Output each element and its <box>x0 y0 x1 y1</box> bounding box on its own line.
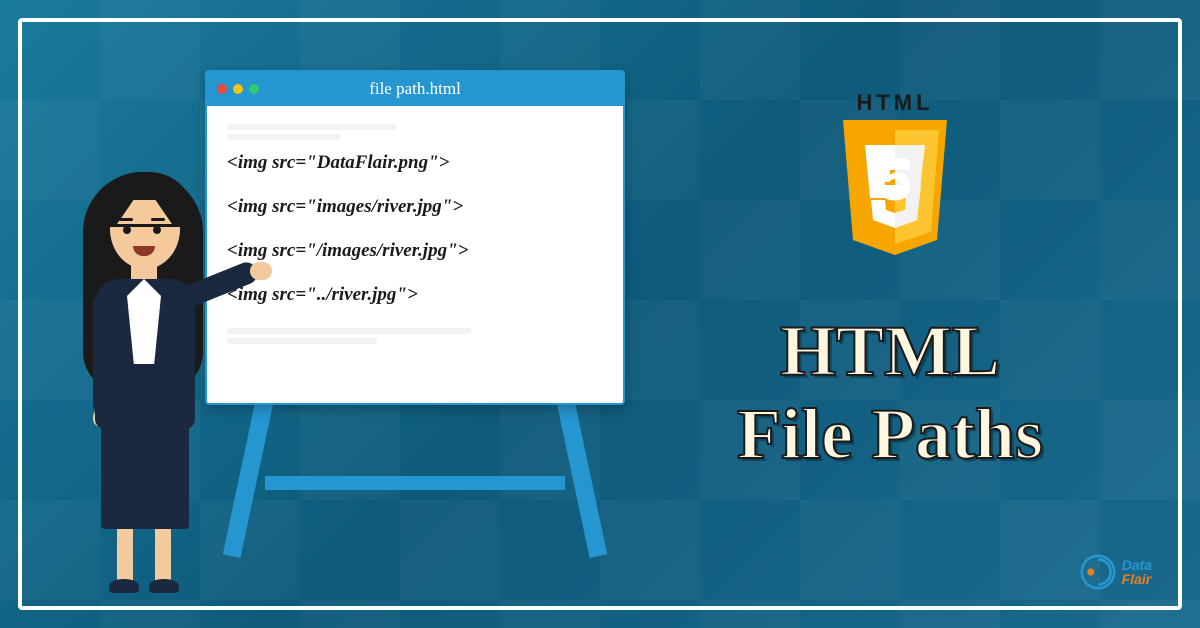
svg-text:5: 5 <box>878 146 911 213</box>
code-line: <img src="DataFlair.png"> <box>227 152 603 174</box>
html5-logo: HTML 5 <box>830 90 960 255</box>
code-body: <img src="DataFlair.png"> <img src="imag… <box>207 106 623 370</box>
easel-leg <box>552 378 607 558</box>
easel: file path.html <img src="DataFlair.png">… <box>205 70 625 560</box>
html5-label: HTML <box>830 90 960 116</box>
code-window: file path.html <img src="DataFlair.png">… <box>205 70 625 405</box>
easel-crossbar <box>265 476 565 490</box>
title-line-1: HTML <box>780 311 1000 391</box>
brand-flair: Flair <box>1122 571 1152 587</box>
window-title: file path.html <box>207 79 623 99</box>
html5-shield-icon: 5 <box>835 120 955 255</box>
presenter-illustration <box>55 134 235 604</box>
dataflair-icon <box>1080 554 1116 590</box>
code-line: <img src="/images/river.jpg"> <box>227 240 603 262</box>
code-line: <img src="../river.jpg"> <box>227 284 603 306</box>
code-line: <img src="images/river.jpg"> <box>227 196 603 218</box>
title-line-2: File Paths <box>737 394 1043 474</box>
main-title: HTML File Paths <box>650 310 1130 476</box>
window-titlebar: file path.html <box>207 72 623 106</box>
dataflair-logo: Data Flair <box>1080 554 1152 590</box>
